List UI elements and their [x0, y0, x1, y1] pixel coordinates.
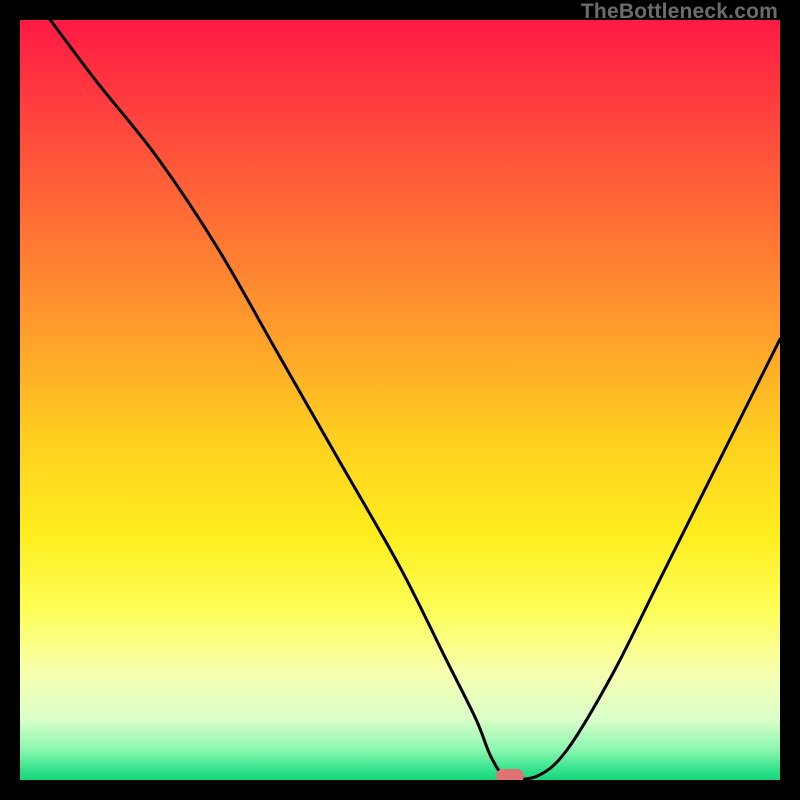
optimal-marker	[496, 769, 524, 780]
watermark-text: TheBottleneck.com	[581, 0, 778, 24]
plot-area	[20, 20, 780, 780]
chart-frame: TheBottleneck.com	[0, 0, 800, 800]
gradient-background	[20, 20, 780, 780]
bottleneck-curve	[20, 20, 780, 780]
